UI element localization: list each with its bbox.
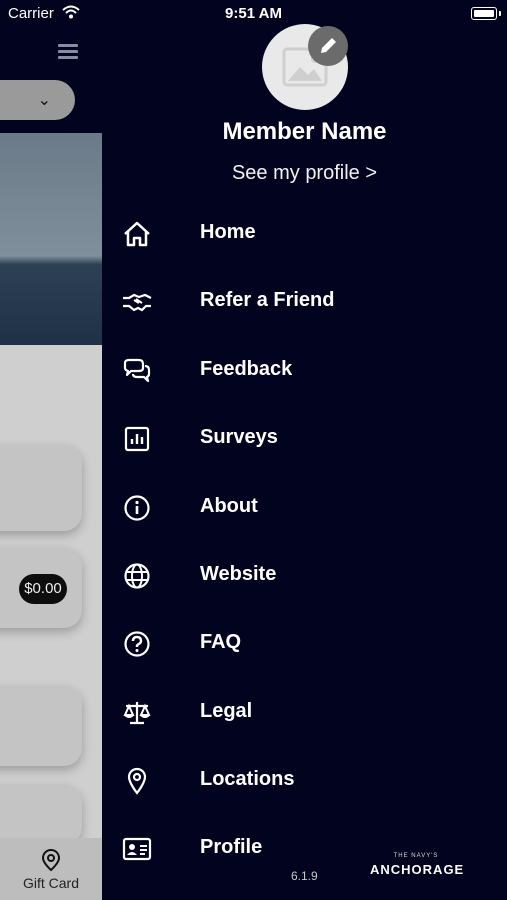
bar-chart-icon xyxy=(124,426,150,452)
menu-label: FAQ xyxy=(200,631,242,653)
background-card xyxy=(0,785,82,845)
scales-icon xyxy=(123,702,151,725)
tab-label: Gift Card xyxy=(22,875,79,891)
menu-item-surveys[interactable]: Surveys xyxy=(102,414,507,464)
see-profile-link[interactable]: See my profile > xyxy=(102,162,507,185)
menu-label: Feedback xyxy=(200,358,293,380)
member-name: Member Name xyxy=(222,118,387,145)
menu-item-about[interactable]: About xyxy=(102,483,507,533)
menu-label: Surveys xyxy=(200,426,278,448)
location-dropdown[interactable]: ⌄ xyxy=(0,80,75,120)
map-pin-icon xyxy=(41,848,61,872)
side-drawer: Member Name See my profile > Home Refer … xyxy=(102,0,507,900)
background-card xyxy=(0,686,82,766)
status-time: 9:51 AM xyxy=(225,5,282,22)
map-pin-icon xyxy=(127,767,147,795)
logo-main-text: ANCHORAGE xyxy=(370,862,465,877)
menu-item-locations[interactable]: Locations xyxy=(102,756,507,806)
menu-label: About xyxy=(200,495,258,517)
pencil-icon xyxy=(321,38,336,53)
menu-item-feedback[interactable]: Feedback xyxy=(102,346,507,396)
app-version: 6.1.9 xyxy=(291,869,318,883)
battery-icon xyxy=(471,7,501,20)
menu-label: Website xyxy=(200,563,277,585)
menu-label: Locations xyxy=(200,768,295,790)
info-icon xyxy=(124,495,150,521)
background-page: ⌄ $0.00 Gift Card xyxy=(0,0,102,900)
menu-item-legal[interactable]: Legal xyxy=(102,688,507,738)
anchorage-logo: THE NAVY'S ANCHORAGE xyxy=(370,853,465,883)
menu-item-refer-a-friend[interactable]: Refer a Friend xyxy=(102,277,507,327)
home-icon xyxy=(124,221,150,247)
balance-pill: $0.00 xyxy=(19,574,67,604)
background-card xyxy=(0,445,82,531)
menu-item-home[interactable]: Home xyxy=(102,209,507,259)
logo-top-text: THE NAVY'S xyxy=(393,853,439,859)
edit-avatar-button[interactable] xyxy=(308,26,348,66)
hero-image xyxy=(0,133,102,345)
menu-item-website[interactable]: Website xyxy=(102,551,507,601)
menu-label: Refer a Friend xyxy=(200,289,335,311)
chevron-down-icon: ⌄ xyxy=(37,92,51,109)
hamburger-menu-icon[interactable] xyxy=(58,44,78,60)
tab-gift-card[interactable]: Gift Card xyxy=(0,838,102,900)
chat-bubbles-icon xyxy=(123,358,151,383)
menu-label: Profile xyxy=(200,836,263,858)
question-icon xyxy=(124,631,150,657)
menu-item-faq[interactable]: FAQ xyxy=(102,619,507,669)
menu-label: Home xyxy=(200,221,256,243)
handshake-icon xyxy=(123,293,152,312)
globe-icon xyxy=(124,563,150,589)
menu-label: Legal xyxy=(200,700,253,722)
id-card-icon xyxy=(122,837,152,861)
status-bar: Carrier 9:51 AM xyxy=(0,0,507,28)
